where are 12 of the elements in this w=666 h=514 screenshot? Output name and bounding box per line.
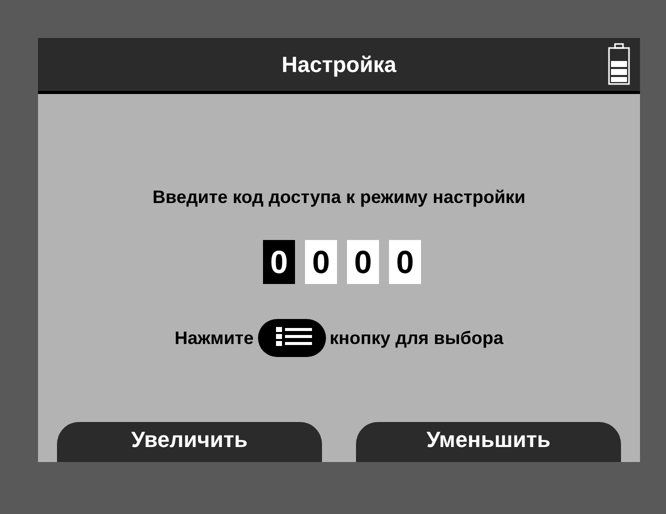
code-digit[interactable]: 0 <box>389 240 421 284</box>
code-digit[interactable]: 0 <box>347 240 379 284</box>
battery-icon <box>608 43 630 85</box>
softkey-button[interactable]: Уменьшить <box>356 422 621 462</box>
prompt-text: Введите код доступа к режиму настройки <box>152 186 526 209</box>
softkey-button[interactable]: Увеличить <box>57 422 322 462</box>
code-digit[interactable]: 0 <box>263 240 295 284</box>
hint-text: Нажмите <box>174 326 254 350</box>
screen-title: Настройка <box>282 51 396 79</box>
menu-button-icon <box>258 319 326 357</box>
hint-text: кнопку для выбора <box>330 326 504 350</box>
code-digit[interactable]: 0 <box>305 240 337 284</box>
